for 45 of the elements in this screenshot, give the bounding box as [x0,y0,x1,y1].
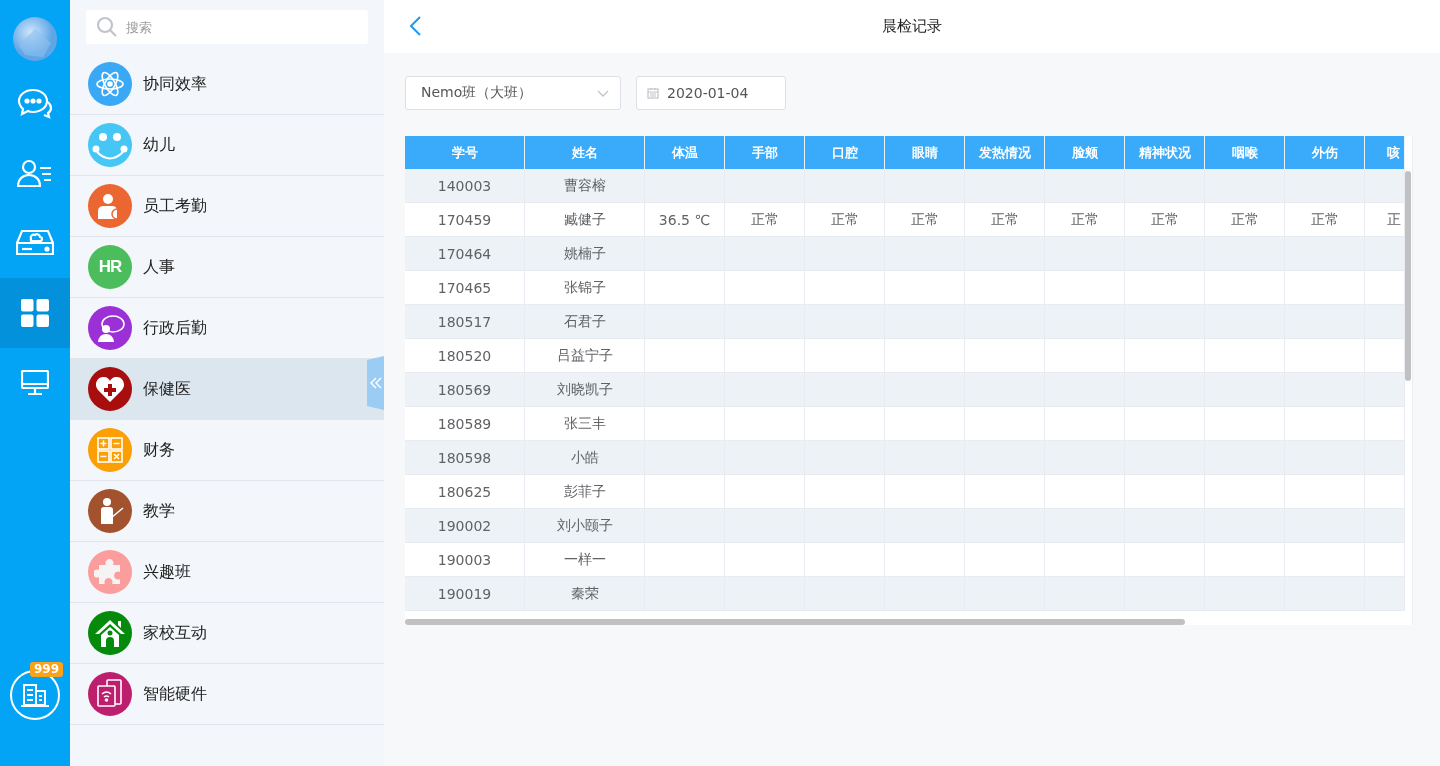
column-header: 学号 [405,136,525,169]
logo-icon: HR [88,245,132,289]
chat-icon [17,87,53,119]
page-title: 晨检记录 [882,17,942,36]
search-field[interactable]: 搜索 [86,10,368,44]
menu-item[interactable]: 保健医 [70,359,384,420]
rail-tab[interactable] [0,278,70,348]
column-header: 手部 [725,136,805,169]
column-header: 外伤 [1285,136,1365,169]
menu-item[interactable]: 财务 [70,420,384,481]
menu-item[interactable]: 家校互动 [70,603,384,664]
apps-icon [21,299,49,327]
column-header: 眼睛 [885,136,965,169]
monitor-icon [21,370,49,396]
class-select[interactable]: Nemo班（大班） [405,76,621,110]
column-header: 发热情况 [965,136,1045,169]
menu-item[interactable]: 员工考勤 [70,176,384,237]
column-header: 咽喉 [1205,136,1285,169]
menu-item[interactable]: 协同效率 [70,54,384,115]
column-header: 体温 [645,136,725,169]
collapse-handle[interactable] [367,356,384,410]
column-header: 脸颊 [1045,136,1125,169]
menu-item[interactable]: 教学 [70,481,384,542]
column-header: 咳 [1365,136,1405,169]
column-header: 姓名 [525,136,645,169]
menu-item[interactable]: HR 人事 [70,237,384,298]
date-field[interactable]: 2020-01-04 [636,76,786,110]
caret-icon [597,89,609,97]
count-badge: 999 [30,662,64,677]
menu-item[interactable]: 幼儿 [70,115,384,176]
column-header: 精神状况 [1125,136,1205,169]
vertical-scrollbar[interactable] [1405,171,1411,381]
table-cell: 190019 [405,577,525,611]
menu-item[interactable]: 智能硬件 [70,664,384,725]
menu-item[interactable]: 兴趣班 [70,542,384,603]
calendar-icon [647,87,659,99]
horizontal-scrollbar[interactable] [405,619,1185,625]
double-chevron-icon [369,377,382,389]
contacts-icon [17,158,53,188]
table-cell: 秦荣 [525,577,645,611]
back-icon[interactable] [409,16,421,36]
column-header: 口腔 [805,136,885,169]
building-icon [21,683,49,707]
search-icon [96,16,118,38]
cloud-drive-icon [16,229,54,257]
